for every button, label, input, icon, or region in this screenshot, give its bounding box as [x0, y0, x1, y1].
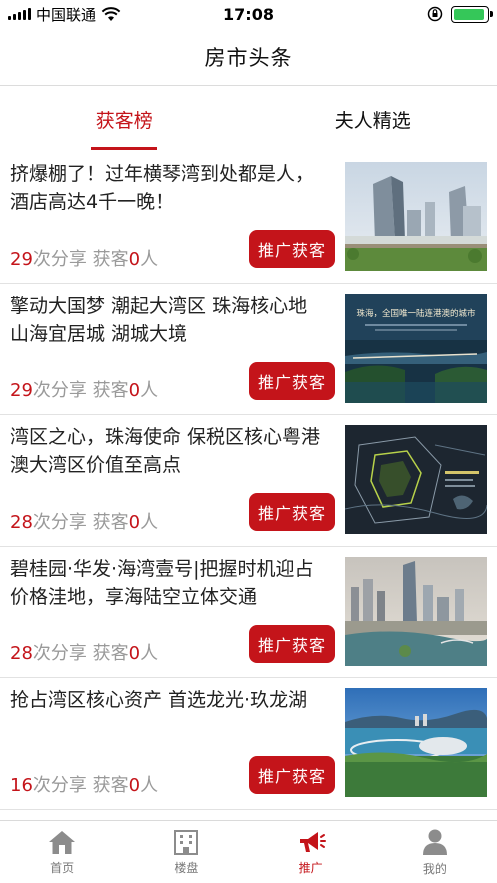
article-stats: 28次分享 获客0人: [10, 639, 158, 665]
article-stats: 29次分享 获客0人: [10, 245, 158, 271]
megaphone-icon: [299, 831, 326, 852]
customer-unit: 人: [140, 511, 159, 533]
tab-promote-label: 推广: [298, 860, 323, 875]
status-bar: 中国联通 17:08: [0, 0, 497, 28]
customer-label: 获客: [92, 511, 129, 533]
customer-count: 0: [128, 643, 141, 664]
article-title: 擎动大国梦 潮起大湾区 珠海核心地 山海宜居城 湖城大境: [10, 294, 308, 345]
share-label: 次分享: [32, 774, 87, 796]
customer-unit: 人: [140, 248, 159, 270]
thumbnail-caption: 珠海，全国唯一陆连港澳的城市: [356, 308, 476, 319]
list-item[interactable]: 湾区之心，珠海使命 保税区核心粤港澳大湾区价值至高点 28次分享 获客0人 推广…: [0, 415, 497, 547]
customer-label: 获客: [92, 248, 129, 270]
home-icon: [49, 830, 76, 854]
promote-button[interactable]: 推广获客: [249, 493, 335, 531]
tab-home[interactable]: 首页: [0, 821, 124, 883]
share-count: 16: [10, 774, 33, 796]
bottom-tab-bar: 首页 楼盘 推广 我的: [0, 820, 497, 883]
customer-count: 0: [128, 248, 141, 270]
battery-level: [454, 8, 485, 20]
tab-profile[interactable]: 我的: [373, 821, 497, 883]
tab-buildings-label: 楼盘: [174, 860, 199, 875]
tab-buildings[interactable]: 楼盘: [124, 821, 248, 883]
article-title: 湾区之心，珠海使命 保税区核心粤港澳大湾区价值至高点: [10, 426, 321, 476]
article-title: 抢占湾区核心资产 首选龙光·玖龙湖: [10, 689, 308, 711]
list-item[interactable]: 抢占湾区核心资产 首选龙光·玖龙湖 16次分享 获客0人 推广获客: [0, 678, 497, 810]
wifi-icon: [101, 6, 121, 21]
status-right: [427, 5, 493, 23]
page-title: 房市头条: [204, 45, 293, 70]
share-label: 次分享: [32, 643, 87, 664]
article-thumbnail[interactable]: 珠海，全国唯一陆连港澳的城市: [345, 293, 487, 403]
customer-count: 0: [128, 511, 141, 533]
article-thumbnail[interactable]: [345, 162, 487, 271]
article-title: 碧桂园·华发·海湾壹号|把握时机迎占价格洼地，享海陆空立体交通: [10, 557, 314, 608]
customer-label: 获客: [92, 774, 129, 796]
list-item[interactable]: 擎动大国梦 潮起大湾区 珠海核心地 山海宜居城 湖城大境 29次分享 获客0人 …: [0, 284, 497, 415]
article-list: 挤爆棚了！过年横琴湾到处都是人，酒店高达4千一晚！ 29次分享 获客0人 推广获…: [0, 152, 497, 818]
battery-icon: [451, 5, 493, 23]
share-count: 29: [10, 248, 33, 270]
promote-button[interactable]: 推广获客: [249, 624, 335, 663]
tab-promote[interactable]: 推广: [249, 821, 373, 883]
tab-profile-label: 我的: [422, 861, 447, 876]
nav-bar: 房市头条: [0, 28, 497, 86]
customer-unit: 人: [140, 774, 159, 796]
building-icon: [174, 829, 199, 855]
article-stats: 29次分享 获客0人: [10, 376, 158, 402]
share-count: 29: [10, 380, 33, 401]
article-stats: 28次分享 获客0人: [10, 508, 158, 534]
customer-unit: 人: [140, 380, 159, 401]
customer-label: 获客: [92, 643, 129, 664]
share-label: 次分享: [32, 511, 87, 533]
list-item[interactable]: 碧桂园·华发·海湾壹号|把握时机迎占价格洼地，享海陆空立体交通 28次分享 获客…: [0, 547, 497, 678]
carrier-name: 中国联通: [36, 5, 97, 24]
tab-madam-selection[interactable]: 夫人精选: [249, 86, 497, 152]
promote-button[interactable]: 推广获客: [249, 361, 335, 400]
article-thumbnail[interactable]: [345, 425, 487, 534]
orientation-lock-icon: [427, 6, 443, 22]
customer-unit: 人: [140, 643, 159, 664]
tab-customer-ranking[interactable]: 获客榜: [0, 86, 249, 152]
customer-count: 0: [128, 380, 141, 401]
list-item[interactable]: 挤爆棚了！过年横琴湾到处都是人，酒店高达4千一晚！ 29次分享 获客0人 推广获…: [0, 152, 497, 284]
promote-button[interactable]: 推广获客: [249, 756, 335, 794]
top-tabs: 获客榜 夫人精选: [0, 86, 497, 152]
share-label: 次分享: [32, 248, 87, 270]
share-label: 次分享: [32, 380, 87, 401]
signal-icon: [8, 8, 31, 20]
customer-count: 0: [128, 774, 141, 796]
customer-label: 获客: [92, 380, 129, 401]
tab-home-label: 首页: [50, 860, 75, 875]
status-left: 中国联通: [8, 4, 121, 25]
article-thumbnail[interactable]: [345, 688, 487, 797]
share-count: 28: [10, 643, 33, 664]
article-thumbnail[interactable]: [345, 556, 487, 666]
article-title: 挤爆棚了！过年横琴湾到处都是人，酒店高达4千一晚！: [10, 163, 315, 213]
promote-button[interactable]: 推广获客: [249, 230, 335, 268]
article-stats: 16次分享 获客0人: [10, 771, 158, 797]
share-count: 28: [10, 511, 33, 533]
person-icon: [422, 829, 447, 855]
